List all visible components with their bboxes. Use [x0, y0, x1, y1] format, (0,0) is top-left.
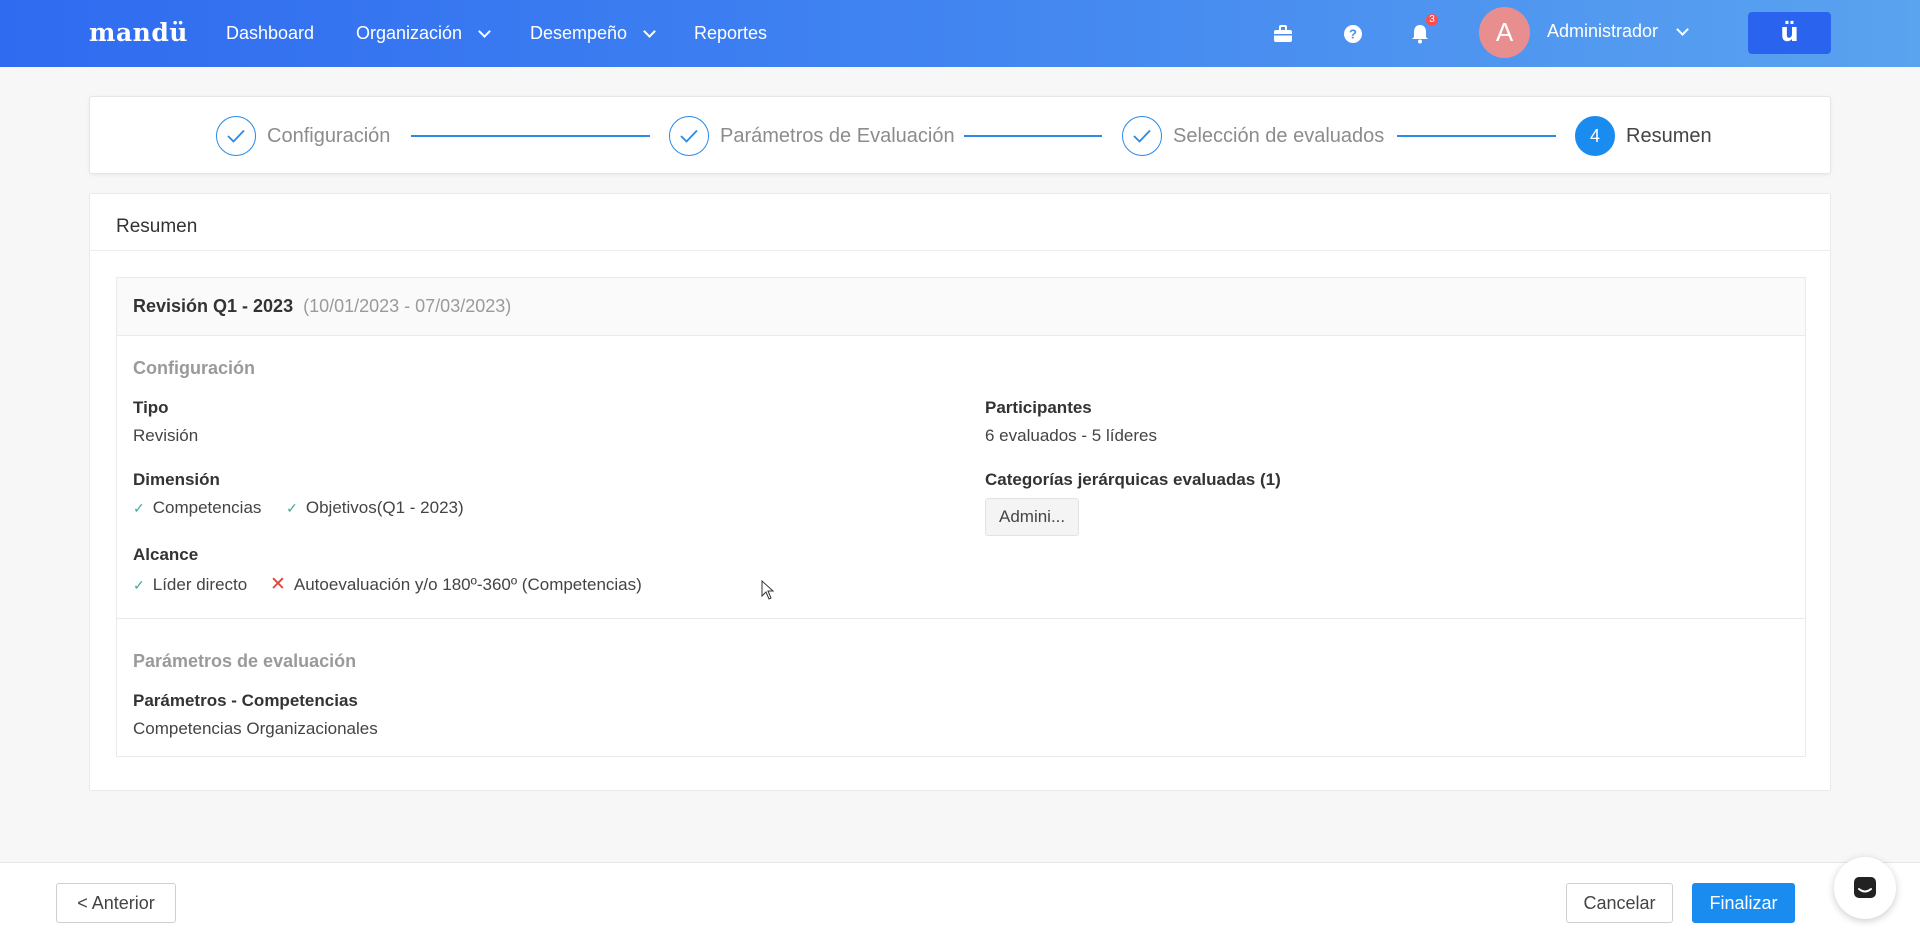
- cancel-button[interactable]: Cancelar: [1566, 883, 1673, 923]
- section-configuracion: Configuración: [133, 358, 255, 378]
- nav-dashboard-label: Dashboard: [226, 23, 315, 43]
- category-tag[interactable]: Admini...: [985, 498, 1080, 536]
- chat-launcher[interactable]: [1834, 857, 1896, 919]
- brand-button[interactable]: ü: [1748, 12, 1831, 54]
- mouse-pointer-icon: [761, 579, 775, 605]
- field-tipo: Tipo Revisión: [133, 398, 198, 446]
- user-menu[interactable]: Administrador: [1547, 21, 1689, 42]
- avatar[interactable]: A: [1479, 7, 1530, 58]
- wizard-footer: < Anterior Cancelar Finalizar: [0, 862, 1920, 940]
- step-seleccion[interactable]: Selección de evaluados: [1122, 116, 1384, 156]
- review-summary-panel: Revisión Q1 - 2023 (10/01/2023 - 07/03/20…: [116, 277, 1806, 757]
- field-participantes: Participantes 6 evaluados - 5 líderes: [985, 398, 1157, 446]
- field-value: ✓ Competencias ✓ Objetivos(Q1 - 2023): [133, 498, 464, 518]
- field-label: Alcance: [133, 545, 199, 564]
- previous-button[interactable]: < Anterior: [56, 883, 176, 923]
- divider: [117, 618, 1805, 619]
- alcance-item: Líder directo: [152, 575, 248, 594]
- field-value: Revisión: [133, 426, 199, 445]
- top-navbar: mandü Dashboard Organización Desempeño R…: [0, 0, 1920, 67]
- nav-dashboard[interactable]: Dashboard: [226, 23, 314, 44]
- nav-reportes-label: Reportes: [694, 23, 768, 43]
- field-label: Tipo: [133, 398, 169, 417]
- step-label: Resumen: [1626, 124, 1712, 147]
- field-value: 6 evaluados - 5 líderes: [985, 426, 1157, 445]
- nav-reportes[interactable]: Reportes: [694, 23, 767, 44]
- field-dimension: Dimensión ✓ Competencias ✓ Objetivos(Q1 - …: [133, 470, 464, 518]
- review-dates: (10/01/2023 - 07/03/2023): [303, 296, 512, 316]
- summary-card: Resumen Revisión Q1 - 2023 (10/01/2023 - …: [89, 193, 1831, 791]
- dimension-item: Objetivos(Q1 - 2023): [305, 498, 464, 517]
- card-title: Resumen: [90, 194, 1830, 251]
- step-label: Configuración: [267, 124, 391, 147]
- step-number: 4: [1575, 116, 1615, 156]
- check-icon: [1122, 116, 1162, 156]
- app-logo[interactable]: mandü: [89, 18, 188, 47]
- field-parametros-competencias: Parámetros - Competencias Competencias O…: [133, 691, 378, 739]
- nav-desempeno-label: Desempeño: [530, 23, 628, 43]
- step-label: Parámetros de Evaluación: [720, 124, 955, 147]
- field-label: Participantes: [985, 398, 1092, 417]
- step-connector: [411, 135, 650, 137]
- step-label: Selección de evaluados: [1173, 124, 1385, 147]
- step-connector: [1397, 135, 1556, 137]
- field-alcance: Alcance ✓ Líder directo ✕ Autoevaluación y…: [133, 545, 642, 596]
- notification-badge: 3: [1426, 14, 1438, 26]
- nav-organizacion-label: Organización: [356, 23, 463, 43]
- help-icon[interactable]: ?: [1341, 22, 1365, 46]
- svg-text:?: ?: [1349, 27, 1357, 42]
- chevron-down-icon: [1676, 22, 1689, 36]
- briefcase-icon[interactable]: [1271, 22, 1295, 46]
- field-label: Parámetros - Competencias: [133, 691, 358, 710]
- chevron-down-icon: [643, 24, 656, 38]
- review-name: Revisión Q1 - 2023: [133, 296, 294, 316]
- field-label: Dimensión: [133, 470, 220, 489]
- nav-organizacion[interactable]: Organización: [356, 23, 491, 44]
- step-configuracion[interactable]: Configuración: [216, 116, 390, 156]
- step-parametros[interactable]: Parámetros de Evaluación: [669, 116, 955, 156]
- chevron-down-icon: [478, 24, 491, 38]
- close-icon: ✕: [269, 574, 286, 595]
- step-connector: [964, 135, 1102, 137]
- alcance-item: Autoevaluación y/o 180º-360º (Competenci…: [293, 575, 642, 594]
- check-icon: ✓: [133, 577, 145, 593]
- user-name: Administrador: [1547, 21, 1659, 41]
- wizard-stepper: Configuración Parámetros de Evaluación S…: [89, 96, 1831, 174]
- field-label: Categorías jerárquicas evaluadas (1): [985, 470, 1281, 489]
- nav-desempeno[interactable]: Desempeño: [530, 23, 656, 44]
- dimension-item: Competencias: [152, 498, 262, 517]
- check-icon: ✓: [286, 500, 298, 516]
- check-icon: [669, 116, 709, 156]
- section-parametros: Parámetros de evaluación: [133, 651, 357, 671]
- step-resumen[interactable]: 4 Resumen: [1575, 116, 1712, 156]
- bell-icon[interactable]: 3: [1408, 14, 1438, 46]
- review-header: Revisión Q1 - 2023 (10/01/2023 - 07/03/20…: [117, 278, 1805, 336]
- chat-icon: [1854, 877, 1876, 898]
- field-categorias: Categorías jerárquicas evaluadas (1) Adm…: [985, 470, 1281, 536]
- field-value: ✓ Líder directo ✕ Autoevaluación y/o 180º-…: [133, 573, 642, 596]
- check-icon: [216, 116, 256, 156]
- check-icon: ✓: [133, 500, 145, 516]
- finish-button[interactable]: Finalizar: [1692, 883, 1795, 923]
- field-value: Competencias Organizacionales: [133, 719, 378, 738]
